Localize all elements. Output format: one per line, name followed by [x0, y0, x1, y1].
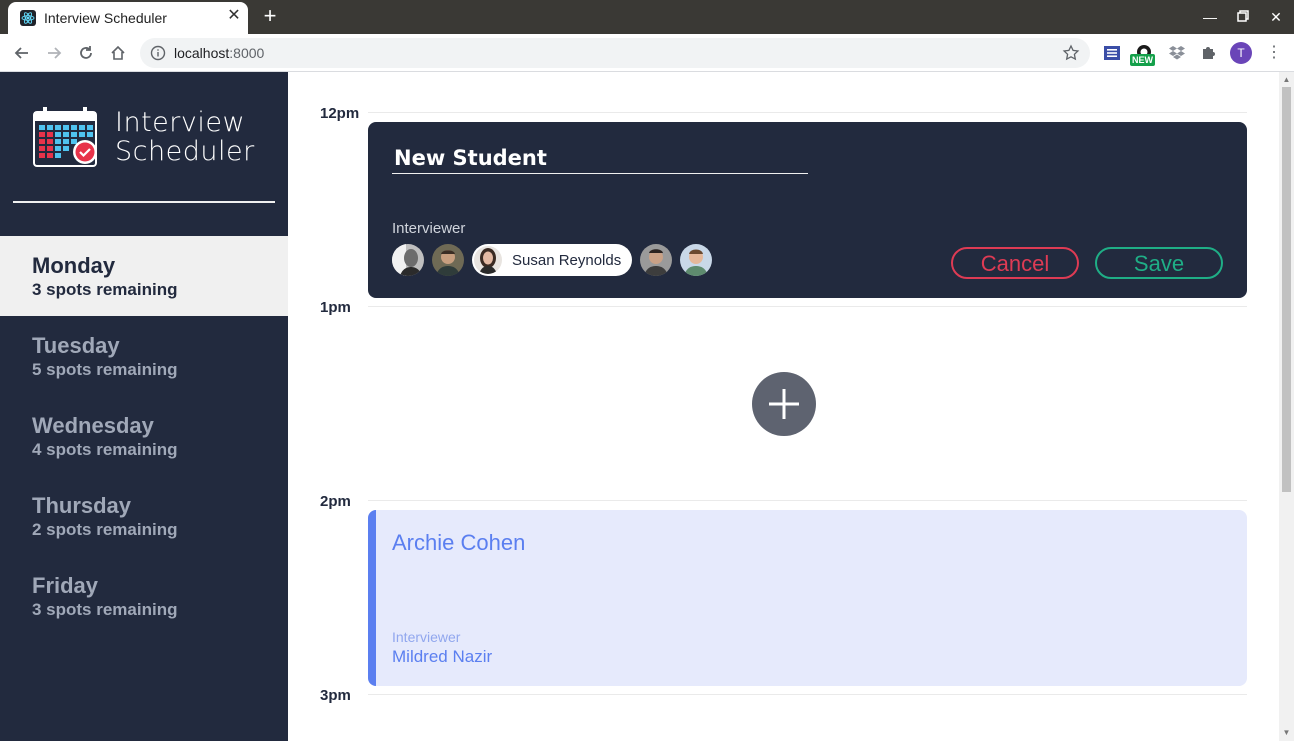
menu-kebab-icon[interactable]: ⋮: [1266, 43, 1282, 63]
close-window-icon[interactable]: ✕: [1266, 7, 1286, 27]
extensions-puzzle-icon[interactable]: [1199, 43, 1219, 63]
interviewer-selected-name: Susan Reynolds: [512, 251, 622, 269]
interviewer-selected-avatar: [474, 246, 502, 274]
profile-avatar[interactable]: T: [1230, 42, 1252, 64]
brand-line-1: Interview: [115, 107, 246, 138]
forward-icon[interactable]: [42, 41, 66, 65]
day-spots: 3 spots remaining: [32, 600, 178, 619]
day-item-thursday[interactable]: Thursday 2 spots remaining: [0, 476, 288, 556]
calendar-logo-icon: [33, 106, 99, 173]
day-list: Monday 3 spots remaining Tuesday 5 spots…: [0, 236, 288, 636]
time-label-1pm: 1pm: [320, 299, 351, 316]
time-label-3pm: 3pm: [320, 687, 351, 704]
interviewer-list: Susan Reynolds: [392, 244, 720, 276]
browser-toolbar: localhost:8000 NEW T ⋮: [0, 34, 1294, 72]
react-favicon-icon: [20, 10, 36, 26]
dropbox-icon[interactable]: [1167, 43, 1187, 63]
restore-icon[interactable]: [1233, 7, 1253, 27]
minimize-icon[interactable]: —: [1200, 7, 1220, 27]
appointment-interviewer-label: Interviewer: [392, 629, 461, 645]
address-bar[interactable]: localhost:8000: [140, 38, 1090, 68]
cancel-button[interactable]: Cancel: [951, 247, 1079, 279]
extension-list-icon[interactable]: [1102, 43, 1122, 63]
interviewer-avatar[interactable]: [640, 244, 672, 276]
plus-icon: [769, 389, 799, 419]
appointment-interviewer-name: Mildred Nazir: [392, 647, 493, 666]
time-label-12pm: 12pm: [320, 105, 360, 122]
home-icon[interactable]: [106, 41, 130, 65]
day-spots: 3 spots remaining: [32, 280, 178, 299]
site-info-icon[interactable]: [150, 45, 166, 66]
back-icon[interactable]: [10, 41, 34, 65]
day-item-friday[interactable]: Friday 3 spots remaining: [0, 556, 288, 636]
browser-tab[interactable]: Interview Scheduler ✕: [8, 2, 248, 34]
brand-line-2: Scheduler: [115, 136, 255, 167]
hour-divider: [368, 306, 1247, 307]
url-text: localhost:8000: [174, 45, 265, 61]
appointment-form: Interviewer Susan Reynolds Cancel Save: [368, 122, 1247, 298]
new-tab-icon[interactable]: +: [258, 5, 282, 29]
hour-divider: [368, 500, 1247, 501]
day-item-tuesday[interactable]: Tuesday 5 spots remaining: [0, 316, 288, 396]
hour-divider: [368, 694, 1247, 695]
save-button[interactable]: Save: [1095, 247, 1223, 279]
bookmark-star-icon[interactable]: [1062, 44, 1080, 67]
day-spots: 5 spots remaining: [32, 360, 178, 379]
new-badge: NEW: [1130, 54, 1155, 66]
interviewer-avatar[interactable]: [432, 244, 464, 276]
hour-divider: [368, 112, 1247, 113]
day-item-monday[interactable]: Monday 3 spots remaining: [0, 236, 288, 316]
day-spots: 4 spots remaining: [32, 440, 178, 459]
scrollbar-thumb[interactable]: [1282, 87, 1291, 492]
appointment-student: Archie Cohen: [392, 530, 526, 555]
day-name: Monday: [32, 253, 116, 278]
add-appointment-button[interactable]: [752, 372, 816, 436]
day-spots: 2 spots remaining: [32, 520, 178, 539]
day-name: Friday: [32, 573, 99, 598]
tab-title: Interview Scheduler: [44, 10, 167, 26]
student-name-input[interactable]: [392, 142, 808, 174]
brand-title: Interview Scheduler: [115, 108, 255, 166]
schedule-panel: 12pm Interviewer Susan Reynolds: [288, 72, 1278, 741]
browser-tab-strip: Interview Scheduler ✕ + — ✕: [0, 0, 1294, 34]
interviewer-selected[interactable]: Susan Reynolds: [472, 244, 632, 276]
day-name: Tuesday: [32, 333, 120, 358]
appointment-accent-bar: [368, 510, 376, 686]
scroll-down-icon[interactable]: ▼: [1281, 728, 1292, 738]
time-label-2pm: 2pm: [320, 493, 351, 510]
day-name: Thursday: [32, 493, 132, 518]
interviewer-avatar[interactable]: [392, 244, 424, 276]
appointment-card[interactable]: Archie Cohen Interviewer Mildred Nazir: [368, 510, 1247, 686]
scroll-up-icon[interactable]: ▲: [1281, 75, 1292, 85]
interviewer-label: Interviewer: [392, 220, 466, 237]
sidebar: Interview Scheduler Monday 3 spots remai…: [0, 72, 288, 741]
tab-close-icon[interactable]: ✕: [226, 8, 242, 24]
interviewer-avatar[interactable]: [680, 244, 712, 276]
reload-icon[interactable]: [74, 41, 98, 65]
sidebar-divider: [13, 201, 275, 203]
day-item-wednesday[interactable]: Wednesday 4 spots remaining: [0, 396, 288, 476]
day-name: Wednesday: [32, 413, 154, 438]
